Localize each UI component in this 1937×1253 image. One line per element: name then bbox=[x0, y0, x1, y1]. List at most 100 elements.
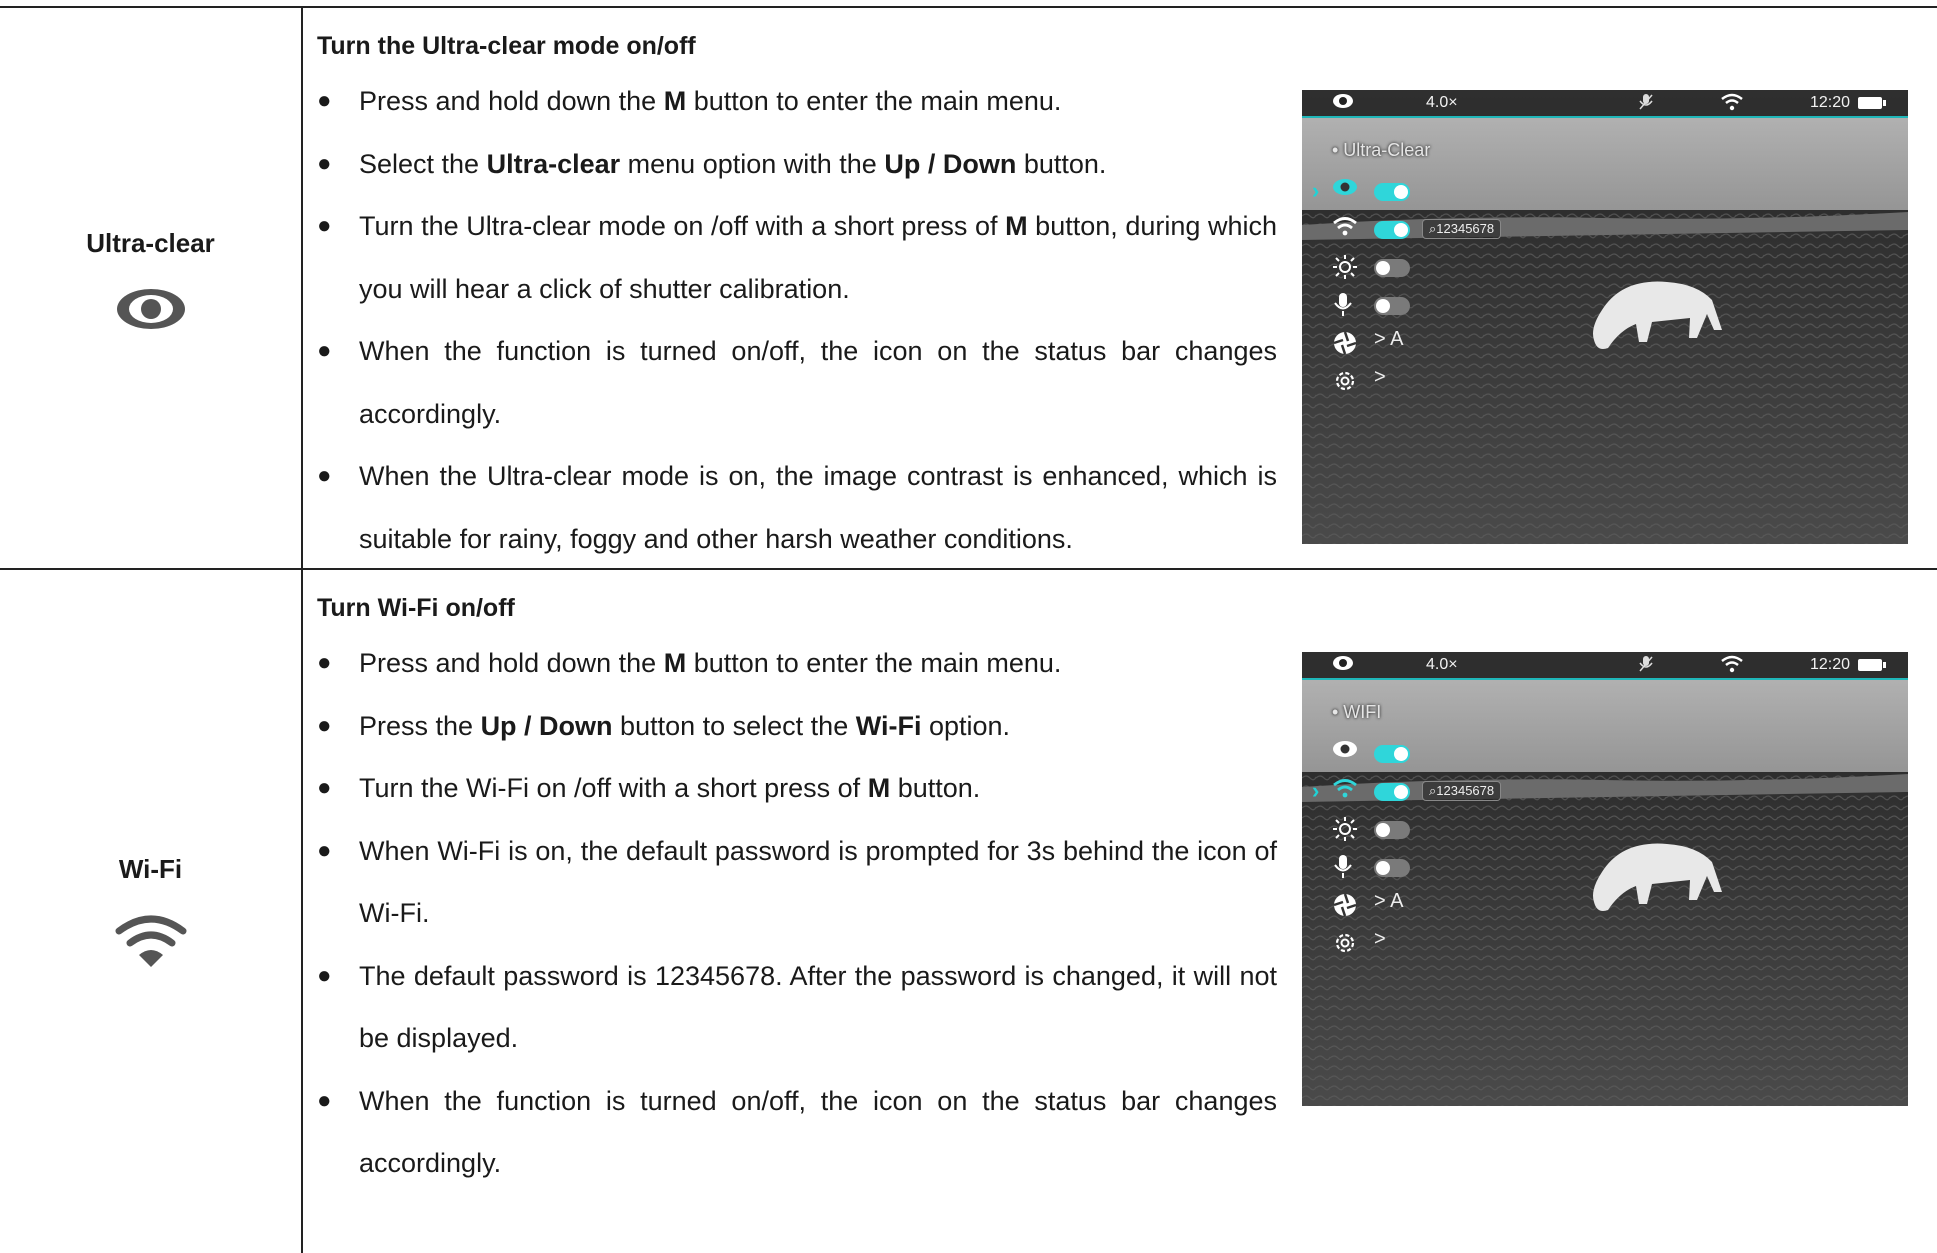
battery-icon bbox=[1858, 658, 1886, 672]
brightness-icon bbox=[1332, 254, 1358, 280]
device-screenshot: 4.0× 12:20 • Ultra-Clear › ⌕12345678 > A > bbox=[1302, 90, 1908, 544]
row-label-text: Ultra-clear bbox=[86, 228, 215, 258]
submenu-chevron: > bbox=[1374, 928, 1386, 950]
mic-muted-icon bbox=[1638, 655, 1654, 673]
wifi-icon bbox=[115, 915, 186, 967]
toggle-switch[interactable] bbox=[1374, 183, 1410, 201]
mic-muted-icon bbox=[1638, 93, 1654, 111]
text-run: Press the bbox=[359, 710, 481, 741]
toggle-switch[interactable] bbox=[1374, 259, 1410, 277]
text-run: When the function is turned on/off, the … bbox=[359, 336, 1277, 429]
text-run: menu option with the bbox=[620, 148, 885, 179]
toggle-switch[interactable] bbox=[1374, 745, 1410, 763]
table-row-wifi: Wi-Fi Turn Wi-Fi on/off Press and hold d… bbox=[0, 570, 1937, 1253]
bold-text: M bbox=[663, 648, 687, 678]
menu-row-calibration[interactable]: > A bbox=[1302, 888, 1602, 924]
text-run: Press and hold down the bbox=[359, 86, 664, 116]
text-run: Press and hold down the bbox=[359, 648, 664, 678]
section-heading: Turn the Ultra-clear mode on/off bbox=[317, 32, 696, 60]
password-tag: ⌕12345678 bbox=[1422, 219, 1502, 239]
text-run: button. bbox=[890, 773, 981, 803]
row-label-ultra-clear: Ultra-clear bbox=[0, 228, 301, 331]
menu-row-wifi[interactable]: ⌕12345678 bbox=[1302, 212, 1602, 248]
menu-row-microphone[interactable] bbox=[1302, 850, 1602, 886]
toggle-switch[interactable] bbox=[1374, 783, 1410, 801]
menu-row-brightness[interactable] bbox=[1302, 812, 1602, 848]
toggle-switch[interactable] bbox=[1374, 297, 1410, 315]
text-run: Turn the Ultra-clear mode on /off with a… bbox=[359, 211, 1006, 241]
menu-row-settings[interactable]: > bbox=[1302, 364, 1602, 400]
wifi-status-icon bbox=[1720, 93, 1744, 111]
zoom-level: 4.0× bbox=[1426, 656, 1458, 673]
ultra-clear-status-icon bbox=[1332, 93, 1354, 109]
bullet-item: When the function is turned on/off, the … bbox=[317, 1070, 1277, 1195]
bullet-item: Press the Up / Down button to select the… bbox=[317, 695, 1277, 758]
text-run: When Wi-Fi is on, the default password i… bbox=[359, 835, 1277, 929]
text-run: The default password is 12345678. After … bbox=[359, 960, 1277, 1054]
menu-row-settings[interactable]: > bbox=[1302, 926, 1602, 962]
menu-title: • WIFI bbox=[1332, 702, 1382, 722]
bullet-item: Press and hold down the M button to ente… bbox=[317, 70, 1277, 133]
bold-text: M bbox=[1005, 211, 1028, 241]
manual-page: Ultra-clear Turn the Ultra-clear mode on… bbox=[0, 0, 1937, 1253]
gear-icon bbox=[1332, 368, 1358, 394]
brightness-icon bbox=[1332, 816, 1358, 842]
menu-row-calibration[interactable]: > A bbox=[1302, 326, 1602, 362]
clock: 12:20 bbox=[1810, 656, 1851, 673]
text-run: When the function is turned on/off, the … bbox=[359, 1085, 1277, 1179]
text-run: Select the bbox=[359, 148, 487, 179]
menu-row-wifi[interactable]: › ⌕12345678 bbox=[1302, 774, 1602, 810]
wifi-icon bbox=[1332, 216, 1358, 236]
submenu-value: > A bbox=[1374, 890, 1404, 912]
bullet-item: When the function is turned on/off, the … bbox=[317, 320, 1277, 445]
bold-text: Ultra-clear bbox=[486, 148, 621, 179]
menu-row-brightness[interactable] bbox=[1302, 250, 1602, 286]
shutter-icon bbox=[1332, 892, 1358, 918]
submenu-value: > A bbox=[1374, 328, 1404, 350]
bullet-item: The default password is 12345678. After … bbox=[317, 945, 1277, 1070]
bullet-list: Press and hold down the M button to ente… bbox=[317, 70, 1277, 570]
bullet-item: When Wi-Fi is on, the default password i… bbox=[317, 820, 1277, 945]
bold-text: Up / Down bbox=[884, 148, 1017, 179]
status-bar: 4.0× 12:20 bbox=[1302, 90, 1908, 118]
zoom-level: 4.0× bbox=[1426, 94, 1458, 111]
battery-icon bbox=[1858, 96, 1886, 110]
toggle-switch[interactable] bbox=[1374, 821, 1410, 839]
table-row-ultra-clear: Ultra-clear Turn the Ultra-clear mode on… bbox=[0, 8, 1937, 568]
bullet-item: When the Ultra-clear mode is on, the ima… bbox=[317, 445, 1277, 570]
bullet-list: Press and hold down the M button to ente… bbox=[317, 632, 1277, 1195]
bullet-item: Turn the Ultra-clear mode on /off with a… bbox=[317, 195, 1277, 320]
eye-icon bbox=[1332, 178, 1358, 196]
wifi-icon bbox=[1332, 778, 1358, 798]
section-content: Turn the Ultra-clear mode on/off Press a… bbox=[317, 22, 1277, 570]
eye-icon bbox=[1332, 740, 1358, 758]
bold-text: M bbox=[867, 773, 891, 803]
microphone-icon bbox=[1332, 854, 1354, 880]
text-run: Turn the Wi-Fi on /off with a short pres… bbox=[359, 773, 868, 803]
bullet-item: Press and hold down the M button to ente… bbox=[317, 632, 1277, 695]
toggle-switch[interactable] bbox=[1374, 221, 1410, 239]
selection-chevron-icon: › bbox=[1312, 778, 1320, 803]
eye-icon bbox=[116, 289, 185, 329]
wifi-status-icon bbox=[1720, 655, 1744, 673]
password-tag: ⌕12345678 bbox=[1422, 781, 1502, 801]
microphone-icon bbox=[1332, 292, 1354, 318]
menu-row-microphone[interactable] bbox=[1302, 288, 1602, 324]
toggle-switch[interactable] bbox=[1374, 859, 1410, 877]
text-run: button to select the bbox=[612, 710, 856, 741]
menu-row-ultra-clear[interactable] bbox=[1302, 736, 1602, 772]
text-run: button to enter the main menu. bbox=[686, 648, 1062, 678]
row-label-wifi: Wi-Fi bbox=[0, 854, 301, 969]
text-run: When the Ultra-clear mode is on, the ima… bbox=[359, 461, 1277, 554]
text-run: option. bbox=[921, 710, 1011, 741]
gear-icon bbox=[1332, 930, 1358, 956]
menu-title: • Ultra-Clear bbox=[1332, 140, 1431, 160]
bold-text: M bbox=[663, 86, 687, 116]
bold-text: Wi-Fi bbox=[855, 710, 922, 741]
bold-text: Up / Down bbox=[480, 710, 613, 741]
text-run: button. bbox=[1016, 148, 1107, 179]
menu-row-ultra-clear[interactable]: › bbox=[1302, 174, 1602, 210]
status-bar: 4.0× 12:20 bbox=[1302, 652, 1908, 680]
section-content: Turn Wi-Fi on/off Press and hold down th… bbox=[317, 584, 1277, 1195]
ultra-clear-status-icon bbox=[1332, 655, 1354, 671]
